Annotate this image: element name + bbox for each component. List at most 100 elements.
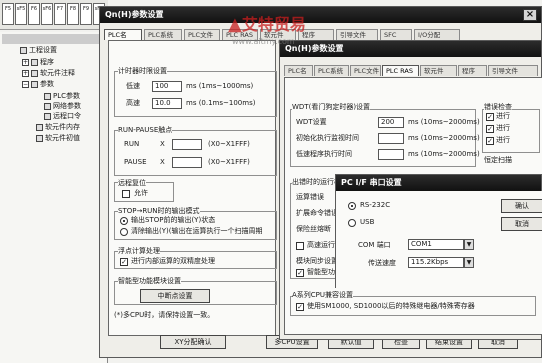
- low-speed-label: 低速: [126, 82, 140, 90]
- ladder-icon-6[interactable]: F8: [67, 3, 79, 25]
- tab-8[interactable]: SFC: [380, 29, 412, 40]
- a-series-checkbox[interactable]: ✓: [296, 303, 304, 311]
- tab-1[interactable]: PLC名: [104, 29, 142, 40]
- tree-item-network-param[interactable]: 网络参数: [44, 102, 81, 111]
- error-check-2-label: 进行: [496, 124, 510, 132]
- float-label: 浮点计算处理: [118, 247, 160, 256]
- wdt-label: WDT设置: [296, 118, 327, 126]
- com-port-select[interactable]: COM1: [408, 239, 464, 250]
- high-speed-run-checkbox[interactable]: [296, 242, 304, 250]
- op-error-label: 运算错误: [296, 193, 324, 201]
- ras-tab-5[interactable]: 软元件: [420, 65, 457, 76]
- wdt-input[interactable]: 200: [378, 117, 404, 128]
- ras-tab-1[interactable]: PLC名: [284, 65, 313, 76]
- error-check-2[interactable]: ✓: [486, 125, 494, 133]
- high-speed-label: 高速: [126, 99, 140, 107]
- tree-item-remote-password[interactable]: 远程口令: [44, 112, 81, 121]
- init-scan-input[interactable]: [378, 133, 404, 144]
- timer-group-label: 计时器时限设置: [118, 67, 167, 76]
- low-speed-input[interactable]: 100: [152, 81, 182, 92]
- error-check-label: 错误检查: [484, 103, 512, 112]
- ras-tab-3[interactable]: PLC文件: [350, 65, 381, 76]
- module-sync-checkbox[interactable]: ✓: [296, 269, 304, 277]
- ras-tab-4[interactable]: PLC RAS: [382, 65, 419, 76]
- run-label: RUN: [124, 140, 140, 148]
- ladder-icon-4[interactable]: sF6: [41, 3, 53, 25]
- tree-item-program[interactable]: + 程序: [22, 58, 54, 67]
- ladder-icon-1[interactable]: F5: [2, 3, 14, 25]
- chevron-down-icon[interactable]: ▼: [464, 239, 474, 250]
- xy-assign-button[interactable]: XY分配确认: [160, 335, 226, 349]
- wdt-group-label: WDT(看门狗定时器)设置: [292, 103, 371, 112]
- double-precision-checkbox[interactable]: ✓: [120, 258, 128, 266]
- watermark-logo: ▲艾特贸易: [228, 14, 306, 35]
- tree-item-device-comment[interactable]: + 软元件注释: [22, 69, 75, 78]
- interrupt-point-button[interactable]: 中断点设置: [140, 289, 210, 303]
- clear-output-radio[interactable]: [120, 228, 128, 236]
- ras-tab-6[interactable]: 程序: [458, 65, 487, 76]
- project-tree-panel: 工程设置 + 程序 + 软元件注释 − 参数 PLC参数 网络参数 远程口令 软元件内…: [0, 32, 108, 363]
- wdt-unit: ms (10ms~2000ms): [408, 118, 480, 126]
- ras-tab-7[interactable]: 引导文件: [488, 65, 538, 76]
- a-series-label: A系列CPU兼容设置: [292, 291, 354, 300]
- remote-reset-label: 远程复位: [118, 179, 146, 188]
- folder-icon: [31, 80, 38, 88]
- usb-radio[interactable]: [348, 219, 356, 227]
- run-range: (X0~X1FFF): [208, 140, 250, 148]
- allow-checkbox[interactable]: [122, 190, 130, 198]
- ok-button[interactable]: 确认: [501, 199, 542, 213]
- init-scan-label: 初始化执行监视时间: [296, 134, 359, 142]
- tree-item-device-memory[interactable]: 软元件内存: [36, 123, 80, 132]
- watermark-url: www.aitmy.com: [232, 37, 295, 46]
- tab-9[interactable]: I/O分配: [414, 29, 460, 40]
- tree-item-parameter[interactable]: − 参数: [22, 80, 54, 89]
- fuse-error-label: 保险丝熔断: [296, 225, 331, 233]
- collapse-icon[interactable]: −: [22, 80, 29, 88]
- error-check-3[interactable]: ✓: [486, 137, 494, 145]
- ladder-icon-7[interactable]: F9: [80, 3, 92, 25]
- ladder-icon-3[interactable]: F6: [28, 3, 40, 25]
- module-sync-label: 模块同步设置: [296, 257, 338, 265]
- intelligent-label: 智能型功能模块设置: [118, 277, 181, 286]
- error-check-1[interactable]: ✓: [486, 113, 494, 121]
- toolbar: F5sF5F6sF6F7F8F9sF9: [0, 0, 108, 30]
- rs232c-radio[interactable]: [348, 202, 356, 210]
- low-speed-unit: ms (1ms~1000ms): [186, 82, 254, 90]
- ladder-icon-2[interactable]: sF5: [15, 3, 27, 25]
- expand-icon[interactable]: +: [22, 58, 29, 66]
- usb-label: USB: [360, 218, 375, 226]
- tree-item-project[interactable]: 工程设置: [20, 46, 57, 55]
- folder-icon: [36, 134, 43, 142]
- ladder-icon-5[interactable]: F7: [54, 3, 66, 25]
- close-icon[interactable]: ×: [523, 9, 537, 21]
- output-before-stop-radio[interactable]: [120, 217, 128, 225]
- pause-contact-input[interactable]: [172, 157, 202, 168]
- tree-item-device-init[interactable]: 软元件初值: [36, 134, 80, 143]
- com-port-label: COM 端口: [358, 241, 391, 249]
- tree-item-plc-param[interactable]: PLC参数: [44, 92, 80, 101]
- expand-icon[interactable]: +: [22, 69, 29, 77]
- speed-select[interactable]: 115.2Kbps: [408, 257, 464, 268]
- chevron-down-icon[interactable]: ▼: [464, 257, 474, 268]
- pause-x-label: X: [160, 158, 165, 166]
- output-before-stop-label: 输出STOP前的输出(Y)状态: [131, 216, 216, 224]
- high-speed-input[interactable]: 10.0: [152, 98, 182, 109]
- init-scan-unit: ms (10ms~2000ms): [408, 134, 480, 142]
- folder-icon: [20, 46, 27, 54]
- dialog-title: PC I/F 串口设置: [336, 175, 541, 191]
- double-precision-label: 进行内部运算的双精度处理: [131, 257, 215, 265]
- low-scan-label: 低速程序执行时间: [296, 150, 352, 158]
- param-icon: [44, 112, 51, 120]
- tab-2[interactable]: PLC系统: [144, 29, 182, 40]
- tab-3[interactable]: PLC文件: [184, 29, 220, 40]
- cancel-button[interactable]: 取消: [501, 217, 542, 231]
- run-contact-input[interactable]: [172, 139, 202, 150]
- allow-label: 允许: [134, 189, 148, 197]
- folder-icon: [31, 58, 38, 66]
- run-pause-label: RUN-PAUSE触点: [118, 126, 173, 135]
- ras-tab-2[interactable]: PLC系统: [314, 65, 349, 76]
- param-icon: [44, 102, 51, 110]
- clear-output-label: 清除输出(Y)(输出在运算执行一个扫描周期: [131, 227, 263, 235]
- ext-error-label: 扩展命令错误: [296, 209, 338, 217]
- low-scan-input[interactable]: [378, 149, 404, 160]
